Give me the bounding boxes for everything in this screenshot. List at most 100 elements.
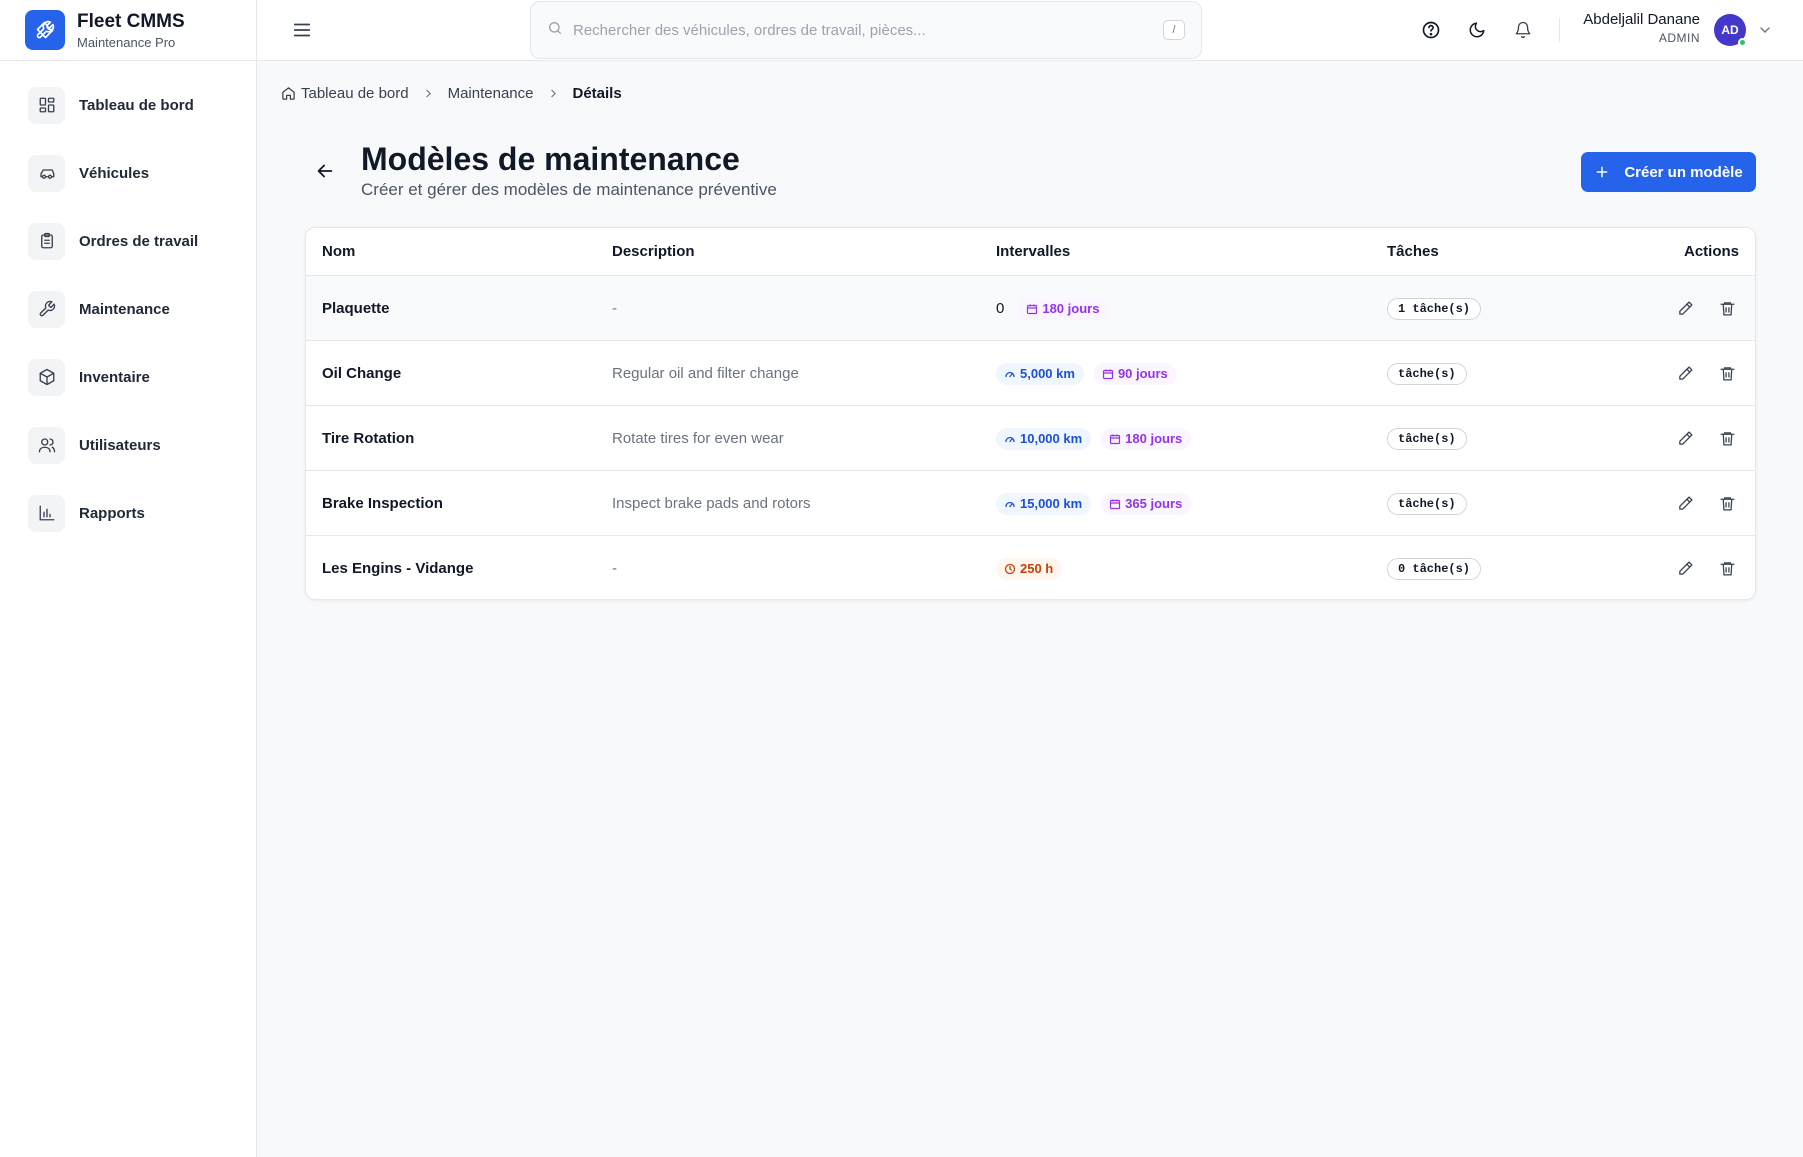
- km-interval-label: 5,000 km: [1020, 366, 1075, 381]
- search-icon: [547, 20, 563, 41]
- help-icon[interactable]: [1420, 19, 1442, 41]
- table-body: Plaquette - 0 180 jours 1 tâche(s) Oil Ch…: [306, 276, 1755, 599]
- template-intervals: 0 180 jours: [996, 276, 1109, 341]
- clipboard-icon: [28, 222, 65, 260]
- chevron-down-icon[interactable]: [1757, 22, 1773, 38]
- search-input[interactable]: [573, 21, 1133, 39]
- online-status-dot: [1738, 38, 1747, 47]
- sidebar-nav: Tableau de bord Véhicules Ordres de trav…: [0, 61, 256, 537]
- tasks-count-badge: tâche(s): [1387, 427, 1467, 450]
- edit-icon[interactable]: [1675, 494, 1695, 514]
- edit-icon[interactable]: [1675, 364, 1695, 384]
- template-description: -: [612, 300, 617, 317]
- sidebar-item-dashboard[interactable]: Tableau de bord: [28, 81, 256, 129]
- km-interval-label: 15,000 km: [1020, 496, 1083, 511]
- days-interval-label: 365 jours: [1125, 496, 1183, 511]
- breadcrumb-current: Détails: [572, 85, 622, 102]
- column-header-actions: Actions: [1683, 243, 1739, 260]
- menu-icon[interactable]: [291, 19, 313, 41]
- breadcrumb-home[interactable]: Tableau de bord: [301, 85, 409, 102]
- template-description: Regular oil and filter change: [612, 365, 799, 382]
- template-name: Tire Rotation: [322, 430, 415, 447]
- days-interval-label: 90 jours: [1117, 366, 1168, 381]
- plus-icon: [1596, 166, 1608, 178]
- package-icon: [28, 358, 65, 396]
- avatar[interactable]: AD: [1714, 14, 1747, 47]
- template-intervals: 250 h: [996, 536, 1063, 599]
- sidebar-item-maintenance[interactable]: Maintenance: [28, 285, 256, 333]
- template-name: Oil Change: [322, 365, 402, 382]
- sidebar-item-work-orders[interactable]: Ordres de travail: [28, 217, 256, 265]
- sidebar-item-label: Tableau de bord: [79, 96, 194, 114]
- row-actions: [1675, 276, 1737, 341]
- sidebar-item-label: Inventaire: [79, 368, 150, 386]
- back-arrow-icon[interactable]: [314, 160, 336, 182]
- bell-icon[interactable]: [1512, 19, 1534, 41]
- sidebar-item-label: Maintenance: [79, 300, 170, 318]
- trash-icon[interactable]: [1717, 364, 1737, 384]
- days-interval-badge: 180 jours: [1018, 297, 1109, 320]
- edit-icon[interactable]: [1675, 429, 1695, 449]
- trash-icon[interactable]: [1717, 429, 1737, 449]
- column-header-intervals: Intervalles: [996, 243, 1071, 260]
- sidebar-item-vehicles[interactable]: Véhicules: [28, 149, 256, 197]
- sidebar-item-label: Rapports: [79, 504, 145, 522]
- template-intervals: 15,000 km 365 jours: [996, 471, 1192, 536]
- interval-value: 0: [996, 300, 1005, 317]
- user-role: ADMIN: [1658, 31, 1700, 45]
- table-row[interactable]: Oil Change Regular oil and filter change…: [306, 341, 1755, 406]
- hours-interval-label: 250 h: [1020, 561, 1054, 576]
- sidebar: Fleet CMMS Maintenance Pro Tableau de bo…: [0, 0, 257, 1157]
- trash-icon[interactable]: [1717, 299, 1737, 319]
- row-actions: [1675, 536, 1737, 599]
- page-subtitle: Créer et gérer des modèles de maintenanc…: [361, 180, 777, 199]
- templates-table: Nom Description Intervalles Tâches Actio…: [305, 227, 1756, 600]
- breadcrumb-maintenance[interactable]: Maintenance: [448, 85, 534, 102]
- create-template-label: Créer un modèle: [1624, 163, 1743, 181]
- create-template-button[interactable]: Créer un modèle: [1581, 152, 1756, 192]
- moon-icon[interactable]: [1466, 19, 1488, 41]
- dashboard-icon: [28, 86, 65, 124]
- km-interval-badge: 10,000 km: [996, 427, 1092, 450]
- template-tasks: tâche(s): [1387, 406, 1467, 471]
- breadcrumb: Tableau de bord Maintenance Détails: [281, 85, 622, 102]
- table-row[interactable]: Tire Rotation Rotate tires for even wear…: [306, 406, 1755, 471]
- table-row[interactable]: Plaquette - 0 180 jours 1 tâche(s): [306, 276, 1755, 341]
- gauge-icon: [1004, 433, 1020, 445]
- row-actions: [1675, 341, 1737, 406]
- days-interval-label: 180 jours: [1042, 301, 1100, 316]
- sidebar-item-inventory[interactable]: Inventaire: [28, 353, 256, 401]
- clock-icon: [1004, 563, 1020, 575]
- template-description: Rotate tires for even wear: [612, 430, 784, 447]
- table-header: Nom Description Intervalles Tâches Actio…: [306, 228, 1755, 276]
- km-interval-label: 10,000 km: [1020, 431, 1083, 446]
- template-name: Plaquette: [322, 300, 390, 317]
- template-description: Inspect brake pads and rotors: [612, 495, 811, 512]
- calendar-icon: [1026, 303, 1042, 315]
- sidebar-item-label: Véhicules: [79, 164, 150, 182]
- km-interval-badge: 5,000 km: [996, 362, 1084, 385]
- table-row[interactable]: Brake Inspection Inspect brake pads and …: [306, 471, 1755, 536]
- edit-icon[interactable]: [1675, 559, 1695, 579]
- calendar-icon: [1109, 433, 1125, 445]
- sidebar-item-label: Utilisateurs: [79, 436, 161, 454]
- avatar-initials: AD: [1721, 23, 1739, 37]
- search-bar[interactable]: /: [530, 1, 1202, 59]
- sidebar-item-reports[interactable]: Rapports: [28, 489, 256, 537]
- trash-icon[interactable]: [1717, 559, 1737, 579]
- chevron-right-icon: [422, 87, 435, 100]
- table-row[interactable]: Les Engins - Vidange - 250 h 0 tâche(s): [306, 536, 1755, 599]
- page-title: Modèles de maintenance: [361, 141, 740, 177]
- edit-icon[interactable]: [1675, 299, 1695, 319]
- sidebar-item-users[interactable]: Utilisateurs: [28, 421, 256, 469]
- sidebar-item-label: Ordres de travail: [79, 232, 199, 250]
- home-icon[interactable]: [281, 86, 296, 101]
- template-name: Brake Inspection: [322, 495, 443, 512]
- wrench-icon: [25, 10, 65, 50]
- trash-icon[interactable]: [1717, 494, 1737, 514]
- wrench-icon: [28, 290, 65, 328]
- brand-subtitle: Maintenance Pro: [77, 34, 176, 50]
- gauge-icon: [1004, 498, 1020, 510]
- brand-title: Fleet CMMS: [77, 10, 185, 32]
- brand[interactable]: Fleet CMMS Maintenance Pro: [0, 0, 256, 61]
